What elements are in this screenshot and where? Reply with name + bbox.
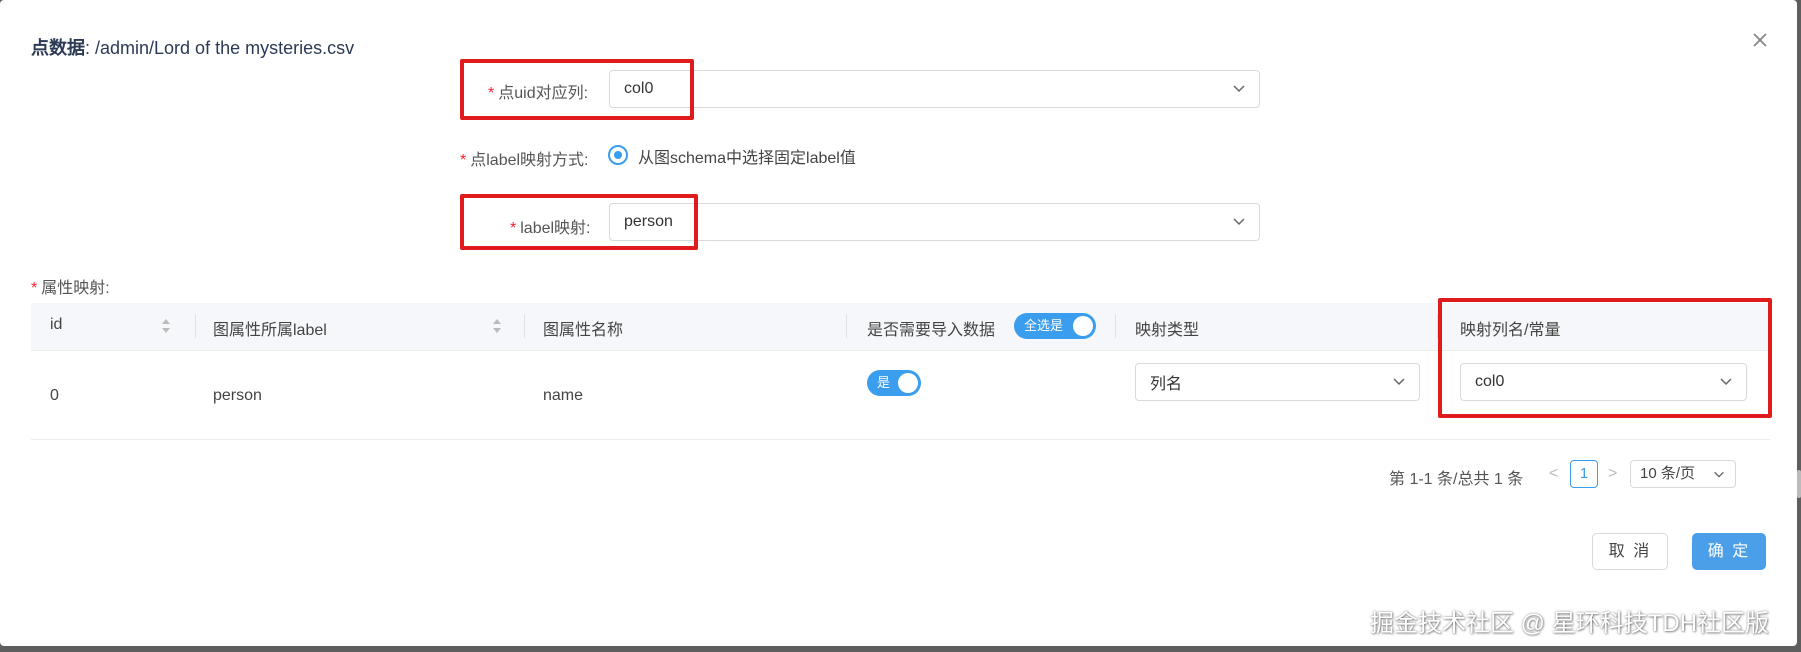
cell-id: 0 <box>50 387 59 404</box>
label-mode-label: * 点label映射方式: <box>460 152 589 169</box>
next-page-button[interactable]: > <box>1608 465 1617 483</box>
label-map-select[interactable]: person <box>609 203 1260 241</box>
select-all-toggle[interactable]: 全选是 <box>1014 313 1096 339</box>
attr-mapping-label: * 属性映射: <box>31 280 110 297</box>
chevron-down-icon <box>1233 85 1245 93</box>
header-map-type: 映射类型 <box>1135 322 1200 339</box>
page-size-select[interactable]: 10 条/页 <box>1630 460 1736 488</box>
sort-icon[interactable] <box>492 317 502 335</box>
highlight-box-uid <box>460 59 694 120</box>
chevron-down-icon <box>1393 378 1405 386</box>
import-dialog: 点数据: /admin/Lord of the mysteries.csv * 点… <box>0 0 1797 646</box>
header-id: id <box>50 316 63 333</box>
dialog-title: 点数据: /admin/Lord of the mysteries.csv <box>31 38 355 58</box>
scrollbar[interactable] <box>1797 470 1801 498</box>
prev-page-button[interactable]: < <box>1549 465 1558 483</box>
header-graph-label: 图属性所属label <box>213 322 327 339</box>
label-mode-radio[interactable] <box>608 145 628 165</box>
highlight-box-label <box>460 194 698 250</box>
map-type-select[interactable]: 列名 <box>1135 363 1420 401</box>
header-attr-name: 图属性名称 <box>543 322 624 339</box>
confirm-button[interactable]: 确 定 <box>1692 533 1766 570</box>
pagination-summary: 第 1-1 条/总共 1 条 <box>1389 471 1524 488</box>
import-toggle[interactable]: 是 <box>867 370 921 396</box>
chevron-down-icon <box>1714 471 1724 478</box>
highlight-box-map-column <box>1438 298 1772 418</box>
chevron-down-icon <box>1233 218 1245 226</box>
close-icon[interactable] <box>1748 28 1772 52</box>
sort-icon[interactable] <box>161 317 171 335</box>
uid-column-select[interactable]: col0 <box>609 70 1260 108</box>
cell-attr-name: name <box>543 387 584 404</box>
label-mode-option-label: 从图schema中选择固定label值 <box>638 150 856 167</box>
page-1-button[interactable]: 1 <box>1570 460 1598 488</box>
watermark: 掘金技术社区 @ 星环科技TDH社区版 <box>1370 610 1770 637</box>
cell-graph-label: person <box>213 387 262 404</box>
header-import: 是否需要导入数据 <box>867 322 996 339</box>
cancel-button[interactable]: 取 消 <box>1592 533 1668 570</box>
